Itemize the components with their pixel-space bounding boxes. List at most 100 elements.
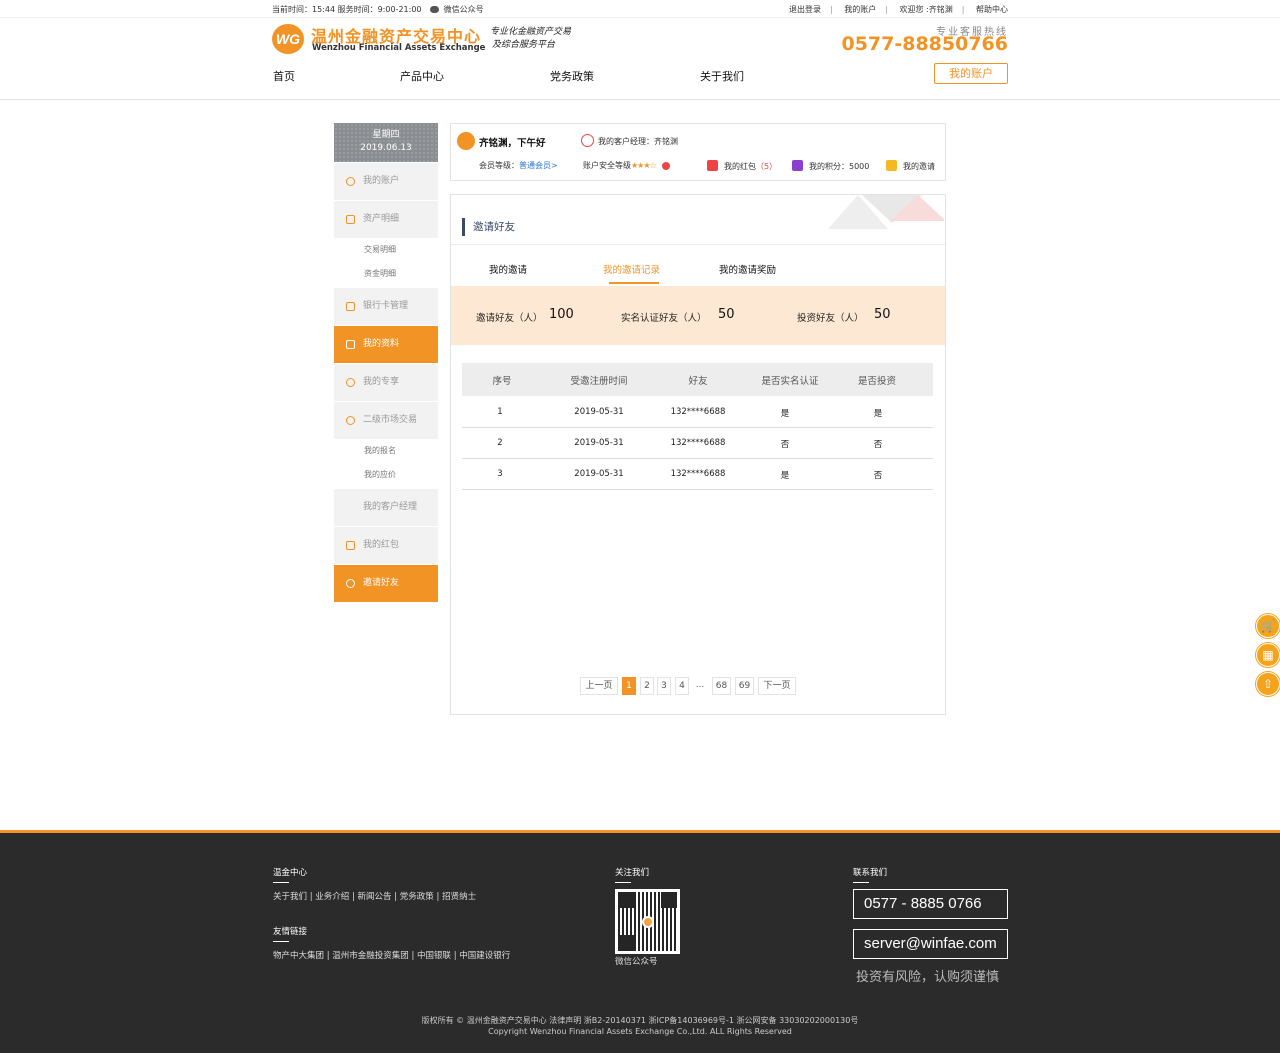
cell-index: 1 — [497, 407, 503, 417]
my-invite-link[interactable]: 我的邀请 — [886, 160, 935, 172]
user-icon — [346, 579, 355, 588]
contact-phone: 0577 - 8885 0766 — [853, 889, 1008, 919]
account-icon — [346, 177, 355, 186]
page-3[interactable]: 3 — [657, 677, 671, 695]
sidebar-item-label: 我的红包 — [363, 540, 400, 550]
nav-home[interactable]: 首页 — [273, 68, 295, 84]
help-center-link[interactable]: 帮助中心 — [976, 5, 1008, 14]
sidebar-date: 星期四 2019.06.13 — [334, 123, 438, 162]
slogan: 专业化金融资产交易 及综合服务平台 — [490, 26, 571, 52]
footer-about-links[interactable]: 关于我们 | 业务介绍 | 新闻公告 | 党务政策 | 招贤纳士 — [273, 890, 476, 902]
tab-my-invite[interactable]: 我的邀请 — [489, 262, 527, 276]
cell-verified: 是 — [780, 409, 790, 419]
sidebar-item-label: 银行卡管理 — [363, 301, 409, 311]
nav-policy[interactable]: 党务政策 — [550, 68, 594, 84]
sidebar-item-invite[interactable]: 邀请好友 — [334, 565, 438, 602]
slogan-line-1: 专业化金融资产交易 — [490, 27, 572, 37]
sidebar-item-label: 我的客户经理 — [363, 502, 418, 512]
page-2[interactable]: 2 — [640, 677, 654, 695]
copyright-line-2: Copyright Wenzhou Financial Assets Excha… — [488, 1027, 792, 1036]
sidebar-item-label: 我的专享 — [363, 377, 400, 387]
warning-icon — [662, 162, 671, 170]
logout-link[interactable]: 退出登录 — [789, 5, 821, 14]
nav-products[interactable]: 产品中心 — [400, 68, 444, 84]
sidebar-sub-my-quote[interactable]: 我的应价 — [334, 463, 438, 487]
medal-icon — [346, 416, 355, 425]
sidebar-item-bank-card[interactable]: 银行卡管理 — [334, 288, 438, 325]
page-1[interactable]: 1 — [622, 677, 636, 695]
decor-triangles — [828, 195, 944, 229]
th-register-time: 受邀注册时间 — [570, 376, 628, 387]
stat-label-verified: 实名认证好友（人） — [621, 313, 707, 324]
user-greeting: 齐铭渊，下午好 — [479, 138, 546, 149]
sidebar-item-account[interactable]: 我的账户 — [334, 163, 438, 200]
nav-about[interactable]: 关于我们 — [700, 68, 744, 84]
cell-date: 2019-05-31 — [574, 407, 624, 417]
footer-about-heading: 温金中心 — [273, 866, 307, 883]
tab-invite-rewards[interactable]: 我的邀请奖励 — [719, 262, 776, 276]
prev-page-button[interactable]: 上一页 — [580, 677, 618, 695]
sidebar-item-label: 我的资料 — [363, 339, 400, 349]
welcome-user: 欢迎您 :齐铭渊 — [899, 5, 953, 14]
redpacket-label: 我的红包 — [724, 162, 756, 171]
cell-verified: 否 — [780, 440, 790, 450]
top-bar: 当前时间：15:44 服务时间：9:00-21:00 微信公众号 退出登录 | 我… — [0, 0, 1280, 18]
cell-verified: 是 — [780, 471, 790, 481]
logo-icon[interactable]: WG — [272, 24, 304, 54]
cell-date: 2019-05-31 — [574, 469, 624, 479]
avatar — [457, 132, 475, 150]
wechat-link[interactable]: 微信公众号 — [444, 5, 484, 14]
sidebar-item-label: 邀请好友 — [363, 578, 400, 588]
redpacket-icon — [346, 541, 355, 550]
my-account-link[interactable]: 我的账户 — [844, 5, 876, 14]
sidebar-item-manager[interactable]: 我的客户经理 — [334, 489, 438, 526]
page-ellipsis: ... — [692, 677, 708, 695]
risk-warning: 投资有风险，认购须谨慎 — [856, 970, 1000, 985]
th-friend: 好友 — [688, 376, 708, 387]
footer-follow-heading: 关注我们 — [615, 866, 649, 883]
sidebar-item-secondary-market[interactable]: 二级市场交易 — [334, 402, 438, 439]
level-label: 会员等级： — [479, 161, 519, 170]
cell-invested: 否 — [873, 471, 883, 481]
invite-text: 我的邀请 — [903, 162, 935, 171]
footer-friend-links[interactable]: 物产中大集团 | 温州市金融投资集团 | 中国银联 | 中国建设银行 — [273, 949, 510, 961]
customer-manager[interactable]: 我的客户经理：齐铭渊 — [581, 134, 678, 147]
row-divider — [462, 458, 933, 459]
my-points-link[interactable]: 我的积分：5000 — [792, 160, 869, 172]
page-68[interactable]: 68 — [712, 677, 731, 695]
stat-label-invited: 邀请好友（人） — [476, 313, 543, 324]
contact-email[interactable]: server@winfae.com — [853, 929, 1008, 959]
sidebar-item-label: 我的账户 — [363, 176, 400, 186]
card-icon — [346, 302, 355, 311]
sidebar-sub-fund-detail[interactable]: 资金明细 — [334, 262, 438, 286]
sidebar-item-label: 资产明细 — [363, 214, 400, 224]
footer-friend-heading: 友情链接 — [273, 925, 307, 942]
next-page-button[interactable]: 下一页 — [758, 677, 796, 695]
stat-value-invited: 100 — [549, 307, 574, 322]
cell-friend: 132****6688 — [670, 469, 726, 479]
sidebar-item-profile[interactable]: 我的资料 — [334, 326, 438, 363]
sidebar-item-assets[interactable]: 资产明细 — [334, 201, 438, 238]
manager-text: 我的客户经理：齐铭渊 — [598, 137, 678, 146]
level-link[interactable]: 普通会员> — [519, 161, 558, 170]
stat-value-verified: 50 — [718, 307, 735, 322]
th-index: 序号 — [492, 376, 512, 387]
sidebar-item-exclusive[interactable]: 我的专享 — [334, 364, 438, 401]
sidebar-sub-my-signup[interactable]: 我的报名 — [334, 439, 438, 463]
slogan-line-2: 及综合服务平台 — [492, 40, 556, 50]
tab-invite-records[interactable]: 我的邀请记录 — [603, 262, 660, 276]
exclusive-icon — [346, 378, 355, 387]
row-divider — [462, 427, 933, 428]
page-69[interactable]: 69 — [735, 677, 754, 695]
user-info-box: 齐铭渊，下午好 我的客户经理：齐铭渊 会员等级：普通会员> 账户安全等级★★★☆… — [450, 123, 946, 181]
sidebar-sub-trade-detail[interactable]: 交易明细 — [334, 238, 438, 262]
my-redpacket-link[interactable]: 我的红包（5） — [707, 160, 777, 172]
redpacket-icon — [707, 160, 718, 171]
th-invested: 是否投资 — [857, 376, 896, 387]
sidebar-item-redpacket[interactable]: 我的红包 — [334, 527, 438, 564]
back-to-top-icon[interactable]: ⇧ — [1256, 672, 1280, 696]
page-4[interactable]: 4 — [675, 677, 689, 695]
cart-icon[interactable]: 🛒 — [1256, 614, 1280, 638]
my-account-button[interactable]: 我的账户 — [934, 63, 1008, 84]
qrcode-icon[interactable]: ▦ — [1256, 643, 1280, 667]
